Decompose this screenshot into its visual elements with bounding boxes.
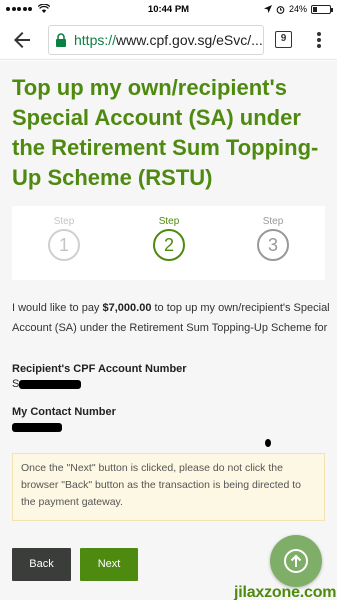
address-bar[interactable]: https:// www.cpf.gov.sg/eSvc/...	[48, 25, 264, 55]
tab-switcher-button[interactable]: 9	[275, 31, 292, 48]
progress-stepper: Step 1 Step 2 Step 3	[12, 206, 325, 280]
page-title: Top up my own/recipient's Special Accoun…	[12, 75, 319, 190]
lock-icon	[56, 33, 66, 47]
battery-fill	[313, 6, 317, 12]
step-2-label: Step	[158, 216, 180, 227]
location-icon	[263, 5, 272, 13]
battery-percent: 24%	[288, 4, 307, 14]
payment-description-prefix: I would like to pay	[12, 302, 103, 314]
page-content: Top up my own/recipient's Special Accoun…	[0, 61, 337, 600]
next-button[interactable]: Next	[80, 548, 138, 581]
back-button[interactable]: Back	[12, 548, 71, 581]
payment-description: I would like to pay $7,000.00 to top up …	[12, 298, 330, 338]
step-2: Step 2	[139, 216, 199, 261]
step-1-label: Step	[53, 216, 75, 227]
status-bar: 10:44 PM 24%	[0, 0, 337, 20]
browser-toolbar: https:// www.cpf.gov.sg/eSvc/... 9	[0, 20, 337, 60]
status-right: 24%	[263, 4, 333, 14]
payment-amount: $7,000.00	[102, 302, 152, 314]
watermark: jilaxzone.com	[234, 584, 337, 600]
url-scheme: https://	[74, 32, 117, 48]
contact-number-label: My Contact Number	[12, 406, 116, 418]
recipient-account-value: S	[12, 378, 82, 390]
redaction-mark	[12, 423, 62, 432]
arrow-up-icon	[284, 549, 308, 573]
redaction-mark	[19, 379, 82, 389]
more-vert-icon[interactable]	[313, 30, 325, 50]
alarm-icon	[276, 5, 285, 14]
step-1: Step 1	[34, 216, 94, 261]
warning-notice: Once the "Next" button is clicked, pleas…	[12, 453, 325, 521]
step-1-number: 1	[48, 229, 80, 261]
url-text: www.cpf.gov.sg/eSvc/...	[116, 32, 263, 48]
step-3: Step 3	[243, 216, 303, 261]
battery-icon	[311, 4, 333, 14]
recipient-account-prefix: S	[12, 378, 20, 390]
scroll-to-top-button[interactable]	[270, 535, 322, 587]
step-3-label: Step	[262, 216, 284, 227]
contact-number-value	[12, 423, 62, 432]
back-arrow-icon[interactable]	[10, 28, 34, 52]
recipient-account-label: Recipient's CPF Account Number	[12, 363, 187, 375]
step-3-number: 3	[257, 229, 289, 261]
redaction-dot	[265, 439, 271, 447]
step-2-number: 2	[153, 229, 185, 261]
